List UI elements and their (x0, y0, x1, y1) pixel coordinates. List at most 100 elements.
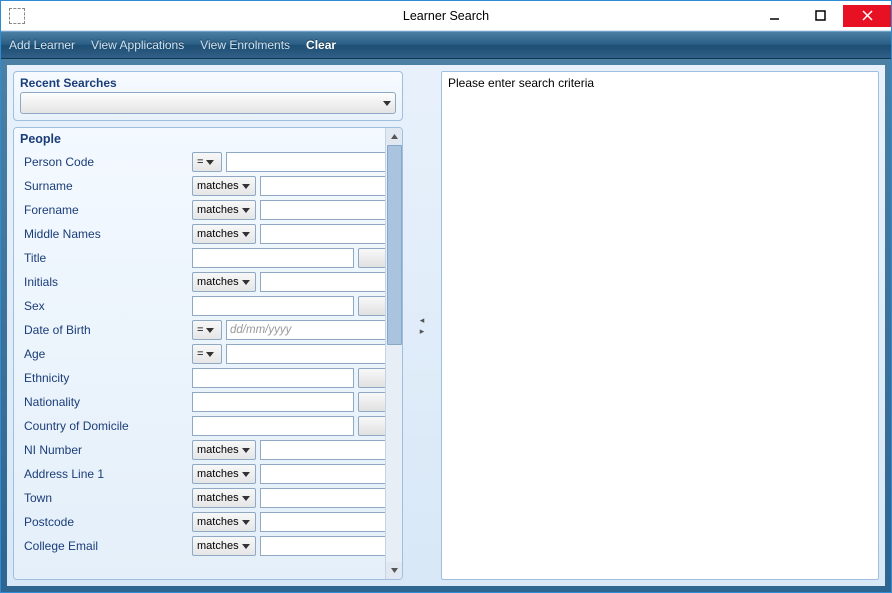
criteria-label: Town (20, 491, 188, 505)
criteria-label: Surname (20, 179, 188, 193)
criteria-lookup-dropdown[interactable] (358, 296, 385, 316)
recent-searches-dropdown[interactable] (20, 92, 396, 114)
criteria-label: Person Code (20, 155, 188, 169)
criteria-label: Middle Names (20, 227, 188, 241)
criteria-label: Postcode (20, 515, 188, 529)
menu-item-view-enrolments[interactable]: View Enrolments (200, 38, 290, 52)
criteria-input[interactable] (226, 152, 385, 172)
criteria-operator-dropdown[interactable]: matches (192, 440, 256, 460)
window-controls (751, 5, 891, 27)
criteria-operator-label: matches (197, 540, 239, 552)
scroll-track[interactable] (386, 345, 402, 562)
criteria-label: Ethnicity (20, 371, 188, 385)
criteria-lookup-dropdown[interactable] (358, 416, 385, 436)
search-criteria-column: Recent Searches People Person Code=Surna… (13, 71, 403, 580)
criteria-input[interactable] (260, 224, 385, 244)
criteria-row: Initialsmatches (20, 270, 381, 294)
criteria-panel: People Person Code=SurnamematchesForenam… (13, 127, 403, 580)
criteria-row: Address Line 1matches (20, 462, 381, 486)
criteria-row: Surname matches (20, 174, 381, 198)
maximize-button[interactable] (797, 5, 843, 27)
close-button[interactable] (843, 5, 891, 27)
criteria-lookup-dropdown[interactable] (358, 248, 385, 268)
results-placeholder: Please enter search criteria (448, 76, 594, 90)
criteria-operator-dropdown[interactable]: = (192, 152, 222, 172)
criteria-operator-dropdown[interactable]: matches (192, 536, 256, 556)
criteria-operator-dropdown[interactable]: matches (192, 224, 256, 244)
criteria-row: College Email matches (20, 534, 381, 558)
criteria-row: Ethnicity (20, 366, 381, 390)
criteria-input[interactable] (260, 200, 385, 220)
chevron-down-icon (242, 208, 250, 213)
criteria-row: Title (20, 246, 381, 270)
criteria-operator-dropdown[interactable]: matches (192, 176, 256, 196)
criteria-input[interactable] (192, 296, 354, 316)
criteria-label: Nationality (20, 395, 188, 409)
criteria-operator-dropdown[interactable]: matches (192, 512, 256, 532)
criteria-label: College Email (20, 539, 188, 553)
criteria-input[interactable] (192, 392, 354, 412)
criteria-input[interactable] (192, 416, 354, 436)
scroll-down-button[interactable] (386, 562, 403, 579)
splitter-handle[interactable]: ◂ ▸ (417, 71, 427, 580)
criteria-label: Title (20, 251, 188, 265)
criteria-input[interactable] (260, 488, 385, 508)
criteria-input[interactable] (260, 440, 385, 460)
criteria-row: Forename matches (20, 198, 381, 222)
criteria-operator-dropdown[interactable]: matches (192, 488, 256, 508)
criteria-label: Age (20, 347, 188, 361)
criteria-row: Person Code = (20, 150, 381, 174)
criteria-operator-label: = (197, 156, 203, 168)
criteria-operator-label: matches (197, 228, 239, 240)
criteria-operator-label: matches (197, 516, 239, 528)
criteria-operator-dropdown[interactable]: = (192, 320, 222, 340)
criteria-lookup-dropdown[interactable] (358, 392, 385, 412)
chevron-down-icon (242, 448, 250, 453)
splitter-right-icon: ▸ (420, 327, 425, 336)
criteria-label: Forename (20, 203, 188, 217)
scroll-thumb[interactable] (387, 145, 402, 345)
criteria-row: Nationality (20, 390, 381, 414)
criteria-operator-dropdown[interactable]: matches (192, 200, 256, 220)
criteria-input[interactable] (192, 248, 354, 268)
minimize-button[interactable] (751, 5, 797, 27)
chevron-down-icon (242, 232, 250, 237)
criteria-input[interactable] (260, 512, 385, 532)
criteria-input[interactable] (260, 272, 385, 292)
vertical-scrollbar[interactable] (385, 128, 402, 579)
criteria-row: NI Numbermatches (20, 438, 381, 462)
titlebar: Learner Search (1, 1, 891, 31)
scroll-up-button[interactable] (386, 128, 403, 145)
criteria-row: Sex (20, 294, 381, 318)
criteria-operator-dropdown[interactable]: matches (192, 464, 256, 484)
menu-item-add-learner[interactable]: Add Learner (9, 38, 75, 52)
menu-item-clear[interactable]: Clear (306, 38, 336, 52)
menu-item-view-applications[interactable]: View Applications (91, 38, 184, 52)
criteria-row: Middle Names matches (20, 222, 381, 246)
criteria-operator-dropdown[interactable]: matches (192, 272, 256, 292)
criteria-operator-dropdown[interactable]: = (192, 344, 222, 364)
criteria-operator-label: matches (197, 180, 239, 192)
chevron-down-icon (242, 184, 250, 189)
criteria-operator-label: matches (197, 276, 239, 288)
recent-searches-title: Recent Searches (20, 76, 396, 90)
criteria-lookup-dropdown[interactable] (358, 368, 385, 388)
criteria-input[interactable] (260, 176, 385, 196)
criteria-row: Date of Birth= (20, 318, 381, 342)
chevron-down-icon (242, 280, 250, 285)
client-area: Recent Searches People Person Code=Surna… (1, 59, 891, 592)
app-icon (9, 8, 25, 24)
criteria-operator-label: matches (197, 444, 239, 456)
criteria-scroll-area: People Person Code=SurnamematchesForenam… (14, 128, 385, 579)
criteria-input[interactable] (226, 344, 385, 364)
window-root: Learner Search Add Learner View Applicati… (0, 0, 892, 593)
criteria-input[interactable] (260, 464, 385, 484)
criteria-operator-label: matches (197, 492, 239, 504)
menubar: Add Learner View Applications View Enrolme… (1, 31, 891, 59)
criteria-input[interactable] (226, 320, 385, 340)
criteria-input[interactable] (192, 368, 354, 388)
criteria-label: Country of Domicile (20, 419, 188, 433)
criteria-input[interactable] (260, 536, 385, 556)
recent-searches-panel: Recent Searches (13, 71, 403, 121)
chevron-down-icon (242, 472, 250, 477)
